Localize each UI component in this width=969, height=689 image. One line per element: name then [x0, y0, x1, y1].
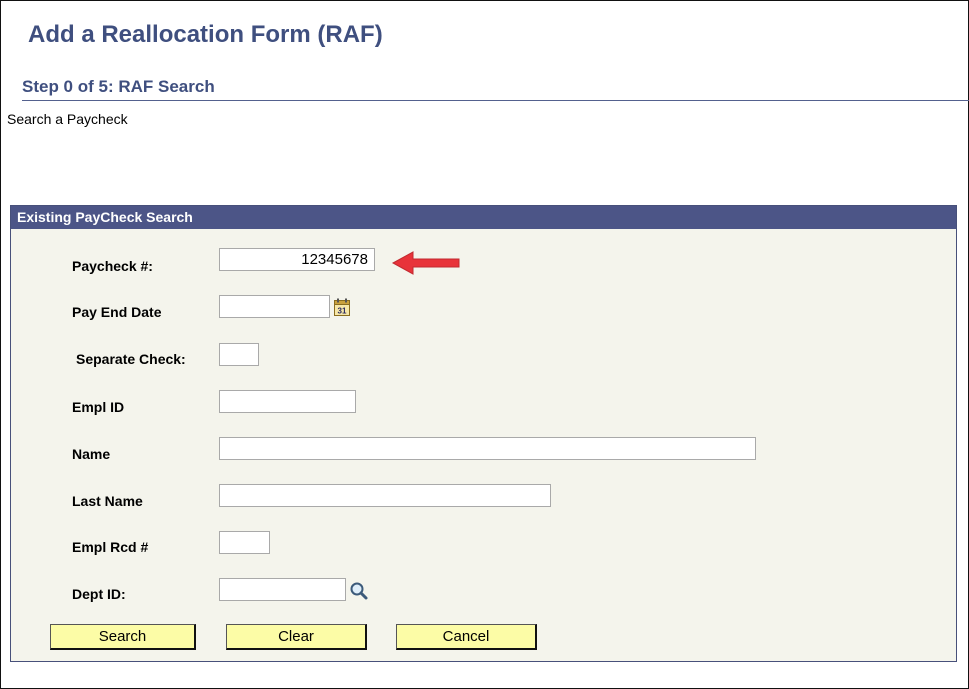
step-divider: [22, 100, 969, 101]
pay-end-date-label: Pay End Date: [72, 304, 162, 320]
last-name-label: Last Name: [72, 493, 143, 509]
step-title: Step 0 of 5: RAF Search: [22, 77, 215, 96]
page-title: Add a Reallocation Form (RAF): [28, 21, 383, 48]
empl-id-input[interactable]: [219, 390, 356, 413]
pay-end-date-input[interactable]: [219, 295, 330, 318]
paycheck-input[interactable]: [219, 248, 375, 271]
lookup-magnifier-icon[interactable]: [349, 581, 369, 606]
calendar-icon[interactable]: 31: [334, 298, 350, 321]
dept-id-label: Dept ID:: [72, 586, 126, 602]
name-label: Name: [72, 446, 111, 462]
svg-text:31: 31: [338, 307, 347, 316]
dept-id-input[interactable]: [219, 578, 346, 601]
paycheck-label: Paycheck #:: [72, 258, 153, 274]
red-arrow-icon: [391, 251, 460, 275]
search-button[interactable]: Search: [50, 624, 196, 650]
last-name-input[interactable]: [219, 484, 551, 507]
page-frame: Add a Reallocation Form (RAF) Step 0 of …: [0, 0, 969, 689]
empl-id-label: Empl ID: [72, 399, 125, 415]
group-header: Existing PayCheck Search: [11, 206, 956, 229]
name-input[interactable]: [219, 437, 756, 460]
separate-check-input[interactable]: [219, 343, 259, 366]
clear-button[interactable]: Clear: [226, 624, 367, 650]
paycheck-search-group: Existing PayCheck Search Paycheck #: Pay…: [10, 205, 957, 662]
empl-rcd-label: Empl Rcd #: [72, 539, 149, 555]
page-subtitle: Search a Paycheck: [7, 111, 128, 127]
separate-check-label: Separate Check:: [76, 351, 186, 367]
empl-rcd-input[interactable]: [219, 531, 270, 554]
cancel-button[interactable]: Cancel: [396, 624, 537, 650]
